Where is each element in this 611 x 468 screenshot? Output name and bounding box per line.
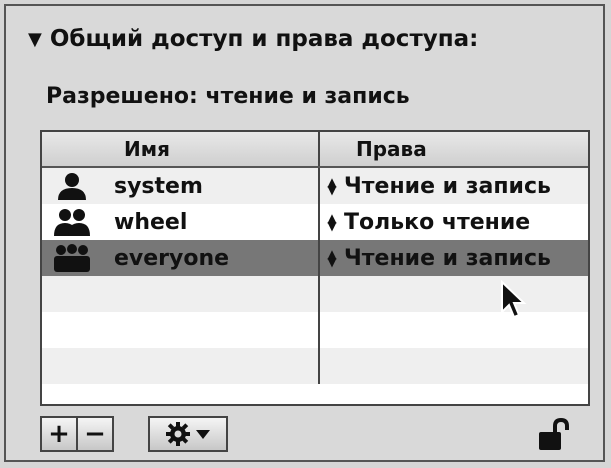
user-name: everyone	[114, 245, 230, 271]
column-header-name[interactable]: Имя	[42, 132, 320, 166]
rights-cell[interactable]: ▲ ▼ Только чтение	[320, 204, 588, 240]
stepper-arrows-icon[interactable]: ▲ ▼	[326, 248, 338, 268]
name-cell: wheel	[42, 204, 320, 240]
rights-value: Чтение и запись	[344, 173, 551, 199]
stepper-arrows-icon[interactable]: ▲ ▼	[326, 176, 338, 196]
table-row[interactable]: everyone ▲ ▼ Чтение и запись	[42, 240, 588, 276]
empty-row	[42, 348, 588, 384]
single-user-icon	[58, 173, 86, 200]
section-header[interactable]: ▼ Общий доступ и права доступа:	[28, 26, 478, 52]
everyone-icon	[54, 244, 90, 272]
name-cell: system	[42, 168, 320, 204]
chevron-down-icon	[196, 430, 210, 439]
rights-cell[interactable]: ▲ ▼ Чтение и запись	[320, 168, 588, 204]
section-title: Общий доступ и права доступа:	[49, 26, 479, 52]
sharing-permissions-panel: ▼ Общий доступ и права доступа: Разрешен…	[4, 4, 605, 462]
table-row[interactable]: wheel ▲ ▼ Только чтение	[42, 204, 588, 240]
column-header-rights[interactable]: Права	[320, 132, 588, 166]
mouse-pointer-icon	[501, 280, 527, 319]
user-name: wheel	[114, 209, 188, 235]
unlocked-lock-icon[interactable]	[537, 418, 571, 452]
group-icon	[54, 209, 90, 236]
table-header: Имя Права	[42, 132, 588, 168]
table-row[interactable]: system ▲ ▼ Чтение и запись	[42, 168, 588, 204]
permissions-table: Имя Права system ▲ ▼ Чтение и запись whe…	[40, 130, 590, 406]
remove-button[interactable]: −	[76, 418, 112, 450]
disclosure-triangle-icon[interactable]: ▼	[28, 29, 42, 50]
add-button[interactable]: +	[42, 418, 76, 450]
rights-cell[interactable]: ▲ ▼ Чтение и запись	[320, 240, 588, 276]
rights-value: Только чтение	[344, 209, 531, 235]
bottom-toolbar: + −	[40, 416, 581, 456]
add-remove-group: + −	[40, 416, 114, 452]
stepper-arrows-icon[interactable]: ▲ ▼	[326, 212, 338, 232]
user-name: system	[114, 173, 203, 199]
action-menu-button[interactable]	[148, 416, 228, 452]
permission-summary: Разрешено: чтение и запись	[46, 84, 410, 109]
table-body: system ▲ ▼ Чтение и запись wheel ▲ ▼ Тол…	[42, 168, 588, 384]
gear-icon	[166, 422, 190, 446]
rights-value: Чтение и запись	[344, 245, 551, 271]
name-cell: everyone	[42, 240, 320, 276]
